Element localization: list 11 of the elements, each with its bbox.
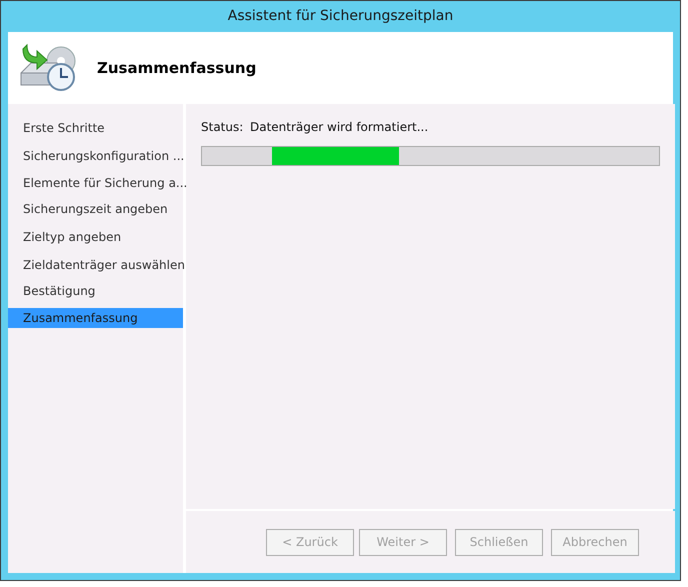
step-item[interactable]: Sicherungskonfiguration ... [8,146,183,166]
status-text: Datenträger wird formatiert... [250,119,428,136]
step-item[interactable]: Zusammenfassung [8,308,183,328]
step-item[interactable]: Sicherungszeit angeben [8,199,183,219]
step-item[interactable]: Zieldatenträger auswählen [8,255,183,275]
status-label: Status: [201,119,244,136]
window-title: Assistent für Sicherungszeitplan [228,7,454,26]
step-item[interactable]: Erste Schritte [8,118,183,138]
step-item[interactable]: Bestätigung [8,281,183,301]
page-heading: Zusammenfassung [97,58,256,79]
step-item[interactable]: Zieltyp angeben [8,227,183,247]
